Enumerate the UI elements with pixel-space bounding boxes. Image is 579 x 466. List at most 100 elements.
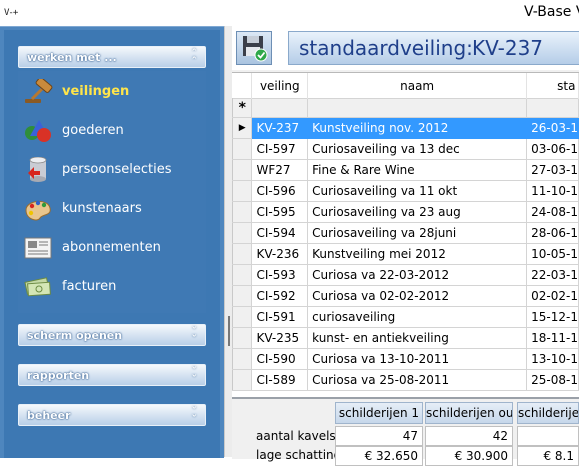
table-row[interactable]: CI-591 curiosaveiling 15-12-1 xyxy=(231,306,579,328)
table-row[interactable]: CI-590 Curiosa va 13-10-2011 13-10-1 xyxy=(231,348,579,370)
grid-cell-veiling[interactable]: CI-591 xyxy=(251,306,309,328)
grid-cell-datum[interactable]: 10-05-1 xyxy=(526,243,579,265)
grid-cell-veiling[interactable]: WF27 xyxy=(251,159,309,181)
row-selector[interactable] xyxy=(231,264,253,286)
grid-cell-veiling[interactable]: CI-593 xyxy=(251,264,309,286)
title-bar: V-+ V-Base V xyxy=(0,0,579,26)
grid-cell-veiling[interactable]: CI-590 xyxy=(251,348,309,370)
new-record-row[interactable]: * xyxy=(231,98,579,118)
column-header-startdatum[interactable]: sta xyxy=(526,73,579,99)
grid-cell-datum[interactable]: 03-06-1 xyxy=(526,138,579,160)
table-row[interactable]: CI-593 Curiosa va 22-03-2012 22-03-1 xyxy=(231,264,579,286)
navigation-pane: werken met ... ˆˆ veilingen goederen per… xyxy=(0,26,224,458)
grid-cell-naam[interactable]: Fine & Rare Wine xyxy=(307,159,528,181)
group-header-beheer[interactable]: beheer ˇˇ xyxy=(18,404,206,426)
table-row[interactable]: CI-596 Curiosaveiling va 11 okt 11-10-1 xyxy=(231,180,579,202)
grid-cell-datum[interactable]: 11-10-1 xyxy=(526,180,579,202)
nav-item-persoonselecties[interactable]: persoonselecties xyxy=(18,155,206,185)
nav-item-facturen[interactable]: facturen xyxy=(18,272,206,302)
grid-cell-naam[interactable]: Curiosaveiling va 23 aug xyxy=(307,201,528,223)
row-selector[interactable] xyxy=(231,222,253,244)
row-selector[interactable] xyxy=(231,180,253,202)
row-selector[interactable] xyxy=(231,327,253,349)
group-header-label: scherm openen xyxy=(27,329,123,342)
column-header-naam[interactable]: naam xyxy=(307,73,528,99)
grid-cell[interactable] xyxy=(526,98,579,118)
row-selector[interactable] xyxy=(231,138,253,160)
grid-cell-datum[interactable]: 26-03-1 xyxy=(526,117,579,139)
grid-cell-datum[interactable]: 24-08-1 xyxy=(526,201,579,223)
grid-cell-veiling[interactable]: KV-236 xyxy=(251,243,309,265)
row-selector[interactable] xyxy=(231,243,253,265)
grid-cell-veiling[interactable]: KV-237 xyxy=(251,117,309,139)
table-row[interactable]: KV-236 Kunstveiling mei 2012 10-05-1 xyxy=(231,243,579,265)
grid-cell-datum[interactable]: 13-10-1 xyxy=(526,348,579,370)
summary-value-aantal xyxy=(517,426,579,446)
grid-cell[interactable] xyxy=(251,98,309,118)
group-header-scherm-openen[interactable]: scherm openen ˇˇ xyxy=(18,324,206,346)
splitter-grip[interactable] xyxy=(228,316,230,346)
grid-cell-naam[interactable]: Curiosa va 02-02-2012 xyxy=(307,285,528,307)
gavel-icon xyxy=(22,77,54,105)
current-row-marker[interactable]: ▶ xyxy=(231,117,253,139)
nav-item-label: abonnementen xyxy=(62,240,161,255)
row-selector[interactable] xyxy=(231,306,253,328)
table-row[interactable]: CI-589 Curiosa va 25-08-2011 25-08-1 xyxy=(231,369,579,391)
grid-cell-naam[interactable]: Curiosaveiling va 13 dec xyxy=(307,138,528,160)
grid-cell-naam[interactable]: kunst- en antiekveiling xyxy=(307,327,528,349)
table-row[interactable]: ▶ KV-237 Kunstveiling nov. 2012 26-03-1 xyxy=(231,117,579,139)
grid-cell-veiling[interactable]: KV-235 xyxy=(251,327,309,349)
table-row[interactable]: CI-594 Curiosaveiling va 28juni 28-06-1 xyxy=(231,222,579,244)
group-header-werken-met[interactable]: werken met ... ˆˆ xyxy=(18,46,206,68)
auction-grid: veiling naam sta * ▶ KV-237 Kunstveiling n… xyxy=(231,72,579,421)
row-selector[interactable] xyxy=(231,201,253,223)
grid-cell-naam[interactable]: Curiosa va 25-08-2011 xyxy=(307,369,528,391)
group-header-rapporten[interactable]: rapporten ˇˇ xyxy=(18,364,206,386)
nav-item-veilingen[interactable]: veilingen xyxy=(18,77,206,107)
save-button[interactable] xyxy=(236,31,272,65)
grid-cell-veiling[interactable]: CI-596 xyxy=(251,180,309,202)
grid-cell-naam[interactable]: Curiosaveiling va 11 okt xyxy=(307,180,528,202)
grid-cell[interactable] xyxy=(307,98,528,118)
record-code: KV-237 xyxy=(472,36,544,60)
werken-met-panel: veilingen goederen persoonselecties kuns… xyxy=(18,71,206,313)
nav-item-abonnementen[interactable]: abonnementen xyxy=(18,233,206,263)
grid-cell-datum[interactable]: 28-06-1 xyxy=(526,222,579,244)
grid-cell-naam[interactable]: Curiosa va 22-03-2012 xyxy=(307,264,528,286)
column-header-veiling[interactable]: veiling xyxy=(251,73,309,99)
table-row[interactable]: CI-595 Curiosaveiling va 23 aug 24-08-1 xyxy=(231,201,579,223)
grid-header-row: veiling naam sta xyxy=(232,73,579,99)
grid-cell-veiling[interactable]: CI-592 xyxy=(251,285,309,307)
grid-cell-datum[interactable]: 27-03-1 xyxy=(526,159,579,181)
grid-cell-veiling[interactable]: CI-597 xyxy=(251,138,309,160)
grid-cell-naam[interactable]: curiosaveiling xyxy=(307,306,528,328)
table-row[interactable]: WF27 Fine & Rare Wine 27-03-1 xyxy=(231,159,579,181)
grid-cell-veiling[interactable]: CI-595 xyxy=(251,201,309,223)
grid-cell-naam[interactable]: Curiosaveiling va 28juni xyxy=(307,222,528,244)
table-row[interactable]: CI-597 Curiosaveiling va 13 dec 03-06-1 xyxy=(231,138,579,160)
grid-cell-naam[interactable]: Curiosa va 13-10-2011 xyxy=(307,348,528,370)
grid-cell-datum[interactable]: 25-08-1 xyxy=(526,369,579,391)
nav-item-kunstenaars[interactable]: kunstenaars xyxy=(18,194,206,224)
table-row[interactable]: KV-235 kunst- en antiekveiling 18-11-1 xyxy=(231,327,579,349)
grid-cell-veiling[interactable]: CI-589 xyxy=(251,369,309,391)
summary-value-aantal: 42 xyxy=(425,426,513,446)
group-header-label: werken met ... xyxy=(27,51,117,64)
nav-item-goederen[interactable]: goederen xyxy=(18,116,206,146)
grid-cell-naam[interactable]: Kunstveiling nov. 2012 xyxy=(307,117,528,139)
row-selector[interactable] xyxy=(231,369,253,391)
summary-column-header: schilderijen 1 xyxy=(335,402,423,424)
grid-cell-datum[interactable]: 22-03-1 xyxy=(526,264,579,286)
grid-cell-datum[interactable]: 15-12-1 xyxy=(526,306,579,328)
summary-value-aantal: 47 xyxy=(335,426,423,446)
grid-cell-datum[interactable]: 02-02-1 xyxy=(526,285,579,307)
grid-cell-datum[interactable]: 18-11-1 xyxy=(526,327,579,349)
app-logo-icon[interactable]: V-+ xyxy=(4,7,22,19)
table-row[interactable]: CI-592 Curiosa va 02-02-2012 02-02-1 xyxy=(231,285,579,307)
grid-cell-veiling[interactable]: CI-594 xyxy=(251,222,309,244)
row-selector[interactable] xyxy=(231,348,253,370)
row-selector[interactable] xyxy=(231,159,253,181)
summary-column-header: schilderijen xyxy=(517,402,579,424)
row-selector[interactable] xyxy=(231,285,253,307)
grid-cell-naam[interactable]: Kunstveiling mei 2012 xyxy=(307,243,528,265)
